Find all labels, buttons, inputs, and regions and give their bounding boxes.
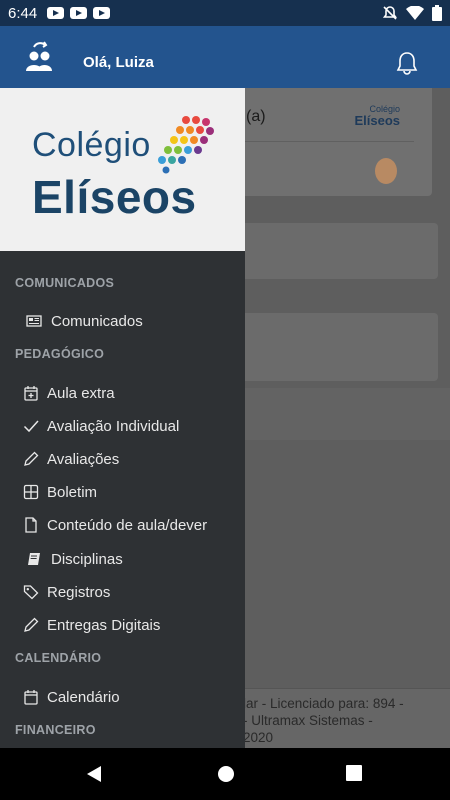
battery-icon [432, 5, 442, 21]
youtube-icon [47, 7, 65, 19]
pencil-icon [22, 616, 40, 634]
menu-item-conteudo-aula-dever[interactable]: Conteúdo de aula/dever [0, 510, 245, 540]
navigation-drawer: Colégio Elíseos COMUNICADOS Comunicados … [0, 88, 245, 748]
wifi-icon [406, 6, 424, 20]
school-logo: Colégio Elíseos [0, 88, 245, 251]
logo-dots-icon [158, 116, 214, 174]
pencil-icon [22, 450, 40, 468]
status-bar: 6:44 [0, 0, 450, 26]
menu-item-label: Registros [47, 583, 111, 601]
status-time: 6:44 [8, 4, 38, 22]
avatar [375, 158, 397, 184]
youtube-icon [93, 7, 111, 19]
divider [242, 141, 414, 142]
file-icon [22, 516, 40, 534]
user-group-icon[interactable] [25, 41, 53, 73]
menu-item-label: Avaliações [47, 450, 120, 468]
grid-icon [22, 483, 40, 501]
content-card [230, 313, 438, 381]
menu-item-label: Disciplinas [51, 550, 123, 568]
menu-item-calendario[interactable]: Calendário [0, 682, 245, 712]
menu-item-boletim[interactable]: Boletim [0, 477, 245, 507]
content-card [230, 223, 438, 279]
back-icon[interactable] [86, 765, 102, 783]
menu-item-entregas-digitais[interactable]: Entregas Digitais [0, 610, 245, 640]
system-nav-bar [0, 748, 450, 800]
menu-item-label: Boletim [47, 483, 98, 501]
card-logo: Colégio Elíseos [354, 104, 400, 128]
menu-item-label: Comunicados [51, 312, 143, 330]
recents-icon[interactable] [346, 765, 362, 781]
card-title: (a) [246, 108, 266, 125]
greeting-text: Olá, Luiza [83, 54, 154, 71]
youtube-icon [70, 7, 88, 19]
menu-item-comunicados[interactable]: Comunicados [0, 306, 245, 336]
menu-item-label: Conteúdo de aula/dever [47, 516, 208, 534]
section-calendario: CALENDÁRIO [15, 651, 102, 665]
section-comunicados: COMUNICADOS [15, 276, 115, 290]
license-text: lar - Licenciado para: 894 -- Ultramax S… [243, 696, 404, 745]
tags-icon [22, 583, 40, 601]
mute-icon [382, 6, 398, 20]
menu-item-avaliacoes[interactable]: Avaliações [0, 444, 245, 474]
menu-item-disciplinas[interactable]: Disciplinas [0, 544, 245, 574]
section-pedagogico: PEDAGÓGICO [15, 347, 105, 361]
menu-item-avaliacao-individual[interactable]: Avaliação Individual [0, 411, 245, 441]
home-icon[interactable] [217, 765, 235, 783]
newspaper-icon [25, 312, 43, 330]
menu-item-label: Aula extra [47, 384, 115, 402]
app-bar: Olá, Luiza [0, 26, 450, 88]
section-financeiro: FINANCEIRO [15, 723, 96, 737]
menu-item-label: Calendário [47, 688, 120, 706]
logo-line1: Colégio [32, 126, 151, 164]
menu-item-aula-extra[interactable]: Aula extra [0, 378, 245, 408]
calendar-plus-icon [22, 384, 40, 402]
menu-item-label: Avaliação Individual [47, 417, 180, 435]
logo-line2: Elíseos [32, 171, 197, 223]
check-icon [22, 417, 40, 435]
menu-item-label: Entregas Digitais [47, 616, 161, 634]
calendar-icon [22, 688, 40, 706]
menu-item-registros[interactable]: Registros [0, 577, 245, 607]
book-icon [25, 550, 43, 568]
bell-icon[interactable] [396, 51, 418, 75]
